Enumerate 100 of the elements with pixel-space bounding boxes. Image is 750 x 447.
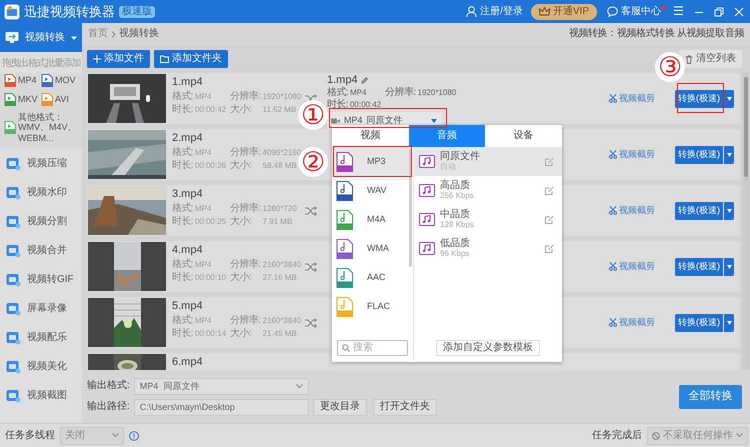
scissors-icon — [609, 150, 617, 159]
convert-button[interactable]: 转换(极速) — [675, 202, 723, 220]
sidebar-item[interactable]: 视频截图 — [0, 381, 82, 410]
music-icon — [419, 184, 435, 197]
edit-icon[interactable] — [545, 157, 554, 166]
scissors-icon — [609, 206, 617, 215]
format-item[interactable]: MP3 — [332, 147, 409, 176]
trim-link[interactable]: 视频截剪 — [609, 317, 655, 328]
clear-list-button[interactable]: 清空列表 — [679, 50, 742, 68]
info-label: 时长: — [172, 328, 193, 340]
convert-button[interactable]: 转换(极速) — [675, 258, 723, 276]
sidebar-item[interactable]: 视频转换 — [0, 23, 82, 52]
scrollbar[interactable] — [743, 73, 749, 370]
convert-options-button[interactable] — [724, 146, 734, 164]
info-value: MP4 — [194, 147, 212, 160]
convert-options-button[interactable] — [724, 314, 734, 332]
preset-detail: 自动 — [440, 162, 457, 172]
info-label: 格式: — [172, 259, 193, 272]
info-label: 分辨率: — [230, 147, 261, 160]
info-value: 1920*1080 — [418, 87, 458, 100]
convert-options-button[interactable] — [724, 202, 734, 220]
info-label: 分辨率: — [230, 315, 261, 328]
preset-detail: 128 Kbps — [440, 220, 475, 230]
sidebar-item[interactable]: 视频合并 — [0, 236, 82, 266]
convert-button[interactable]: 转换(极速) — [675, 146, 723, 164]
preset-item[interactable]: 中品质 128 Kbps — [414, 205, 562, 234]
search-input[interactable]: 搜索 — [353, 342, 403, 354]
add-template-button[interactable]: 添加自定义参数模板 — [436, 340, 540, 356]
format-item[interactable]: WAV — [332, 176, 409, 205]
format-tile[interactable]: MP4 — [4, 74, 41, 87]
app-logo-icon — [4, 4, 20, 20]
convert-button[interactable]: 转换(极速) — [675, 90, 723, 108]
menu-button[interactable]: ☰ — [673, 4, 684, 19]
caret-icon — [726, 152, 732, 156]
pencil-icon[interactable] — [360, 77, 368, 84]
edit-icon[interactable] — [545, 244, 554, 253]
popup-tab[interactable]: 设备 — [485, 125, 562, 147]
chat-icon — [607, 6, 618, 17]
preset-item[interactable]: 低品质 96 Kbps — [414, 234, 562, 263]
trim-link[interactable]: 视频截剪 — [609, 205, 655, 216]
format-tile[interactable]: MKV — [4, 93, 41, 106]
edition-badge: 极速版 — [119, 6, 155, 18]
shuffle-icon[interactable] — [305, 206, 317, 216]
info-label: 时长: — [172, 160, 193, 172]
convert-options-button[interactable] — [724, 258, 734, 276]
trim-link[interactable]: 视频截剪 — [609, 261, 655, 272]
format-item[interactable]: WMA — [332, 234, 409, 263]
chevron-icon — [111, 30, 116, 38]
sidebar-item[interactable]: 屏幕录像 — [0, 294, 82, 324]
info-label: 分辨率: — [230, 259, 261, 272]
format-item[interactable]: FLAC — [332, 292, 409, 321]
output-path-field[interactable]: C:\Users\mayn\Desktop — [134, 398, 309, 416]
close-icon[interactable] — [734, 6, 744, 16]
search-icon — [342, 344, 350, 352]
shuffle-icon[interactable] — [305, 262, 317, 272]
convert-all-button[interactable]: 全部转换 — [679, 384, 742, 408]
format-item[interactable]: AAC — [332, 263, 409, 292]
tool-icon — [6, 214, 21, 229]
change-directory-button[interactable]: 更改目录 — [312, 398, 367, 416]
tool-icon — [6, 272, 21, 287]
info-value: 27.16 MB — [262, 272, 298, 284]
info-icon — [129, 430, 139, 440]
trim-link[interactable]: 视频截剪 — [609, 93, 655, 104]
restore-icon[interactable] — [714, 6, 724, 16]
sidebar-item[interactable]: 视频压缩 — [0, 149, 82, 178]
support-link[interactable]: 客服中心 — [607, 6, 661, 18]
format-tile[interactable]: AVI — [41, 93, 78, 106]
sidebar-item[interactable]: 视频转GIF — [0, 265, 82, 294]
sidebar-item[interactable]: 视频美化 — [0, 352, 82, 382]
preset-item[interactable]: 高品质 256 Kbps — [414, 176, 562, 205]
search-field[interactable]: 搜索 — [337, 340, 408, 356]
add-folder-button[interactable]: 添加文件夹 — [154, 50, 228, 68]
format-tile[interactable]: MOV — [41, 74, 78, 87]
vip-button[interactable]: 开通VIP — [530, 4, 597, 20]
preset-item[interactable]: 同原文件 自动 — [414, 147, 562, 176]
highlight-frame — [677, 83, 724, 113]
login-link[interactable]: 注册/登录 — [466, 6, 523, 18]
info-value: 00:00:42 — [194, 104, 228, 116]
preset-title: 高品质 — [440, 180, 471, 192]
edit-icon[interactable] — [545, 215, 554, 224]
convert-options-button[interactable] — [724, 90, 734, 108]
info-value: 00:00:10 — [194, 272, 228, 284]
open-folder-button[interactable]: 打开文件夹 — [372, 398, 437, 416]
music-icon — [419, 242, 435, 255]
file-name: 6.mp4 — [172, 356, 204, 370]
shuffle-icon[interactable] — [305, 318, 317, 328]
info-label: 分辨率: — [385, 87, 416, 100]
info-value: 2160*3840 — [262, 315, 302, 328]
format-tile[interactable]: 其他格式：WMV、M4V、WEBM... — [4, 112, 78, 144]
format-item[interactable]: M4A — [332, 205, 409, 234]
trim-link[interactable]: 视频截剪 — [609, 149, 655, 160]
popup-tab[interactable]: 音频 — [408, 125, 486, 147]
edit-icon[interactable] — [545, 186, 554, 195]
chevron-down-icon — [736, 433, 743, 438]
sidebar-item[interactable]: 视频配乐 — [0, 323, 82, 352]
output-format-select[interactable]: MP4 同原文件 — [134, 378, 309, 394]
sidebar-item[interactable]: 视频分割 — [0, 207, 82, 236]
sidebar-item[interactable]: 视频水印 — [0, 178, 82, 208]
add-file-button[interactable]: 添加文件 — [87, 50, 150, 68]
convert-button[interactable]: 转换(极速) — [675, 314, 723, 332]
